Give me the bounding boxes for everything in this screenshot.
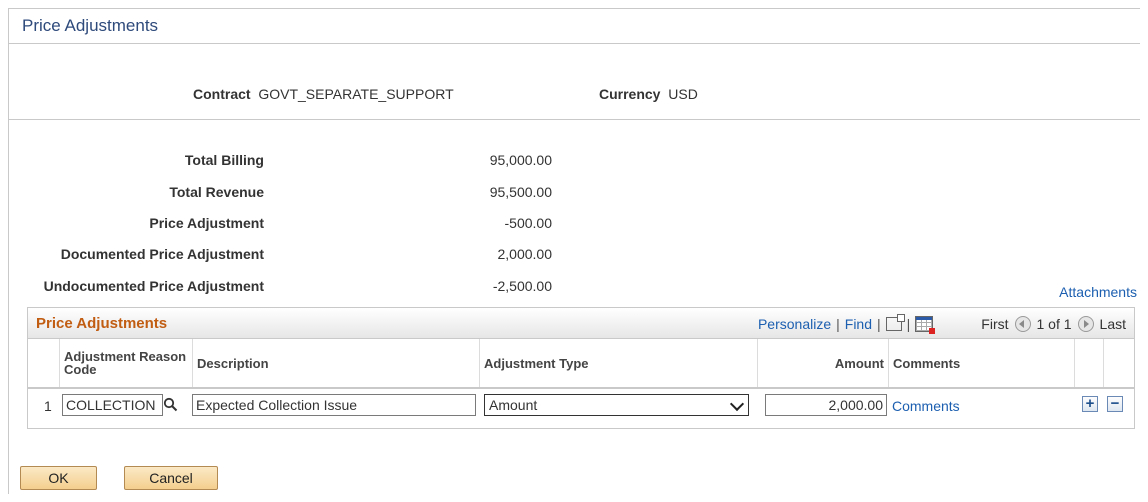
col-amount[interactable]: Amount [758,339,889,387]
download-icon[interactable] [915,316,936,334]
undocumented-price-adjustment-label: Undocumented Price Adjustment [43,278,264,294]
currency-field: Currency USD [599,86,698,102]
col-add [1075,339,1104,387]
price-adjustments-grid: Price Adjustments Personalize | Find | |… [27,307,1135,429]
contract-label: Contract [193,86,251,102]
description-input[interactable] [192,394,476,416]
price-adjustment-label: Price Adjustment [149,215,264,231]
col-description[interactable]: Description [193,339,480,387]
price-adjustment-value: -500.00 [504,215,552,231]
page-title: Price Adjustments [22,16,159,35]
find-link[interactable]: Find [845,316,872,332]
nav-separator: | [906,316,911,332]
view-all-icon[interactable] [885,314,905,331]
total-revenue-label: Total Revenue [169,184,264,200]
page-info: 1 of 1 [1036,316,1072,332]
contract-field: Contract GOVT_SEPARATE_SUPPORT [193,86,454,102]
grid-header: Price Adjustments Personalize | Find | |… [28,308,1134,339]
comments-link[interactable]: Comments [892,398,960,414]
contract-value: GOVT_SEPARATE_SUPPORT [258,86,454,102]
chevron-down-icon [729,396,745,412]
table-row: 1 Amount Comments + − [28,390,1134,424]
last-arrow-icon[interactable] [1077,316,1094,332]
documented-price-adjustment-label: Documented Price Adjustment [60,246,264,262]
attachments-link[interactable]: Attachments [1059,284,1137,300]
col-row-number [28,339,60,387]
reason-code-input[interactable] [62,394,163,416]
documented-price-adjustment-value: 2,000.00 [497,246,553,262]
col-adjustment-reason-code[interactable]: Adjustment Reason Code [60,339,193,387]
currency-value: USD [668,86,698,102]
cancel-button[interactable]: Cancel [124,466,218,490]
ok-button[interactable]: OK [20,466,97,490]
first-arrow-icon[interactable] [1014,316,1031,332]
add-row-icon[interactable]: + [1082,396,1098,412]
undocumented-price-adjustment-value: -2,500.00 [492,278,552,294]
currency-label: Currency [599,86,661,102]
first-label: First [981,316,1009,332]
col-delete [1104,339,1134,387]
personalize-link[interactable]: Personalize [758,316,831,332]
amount-input[interactable] [765,394,887,416]
delete-row-icon[interactable]: − [1107,396,1123,412]
col-comments[interactable]: Comments [889,339,1075,387]
header-divider [28,387,1134,389]
adjustment-type-value: Amount [489,397,538,413]
row-number: 1 [44,398,52,414]
col-adjustment-type[interactable]: Adjustment Type [480,339,758,387]
total-billing-label: Total Billing [184,152,264,168]
lookup-icon[interactable] [163,397,178,412]
section-divider [9,119,1140,120]
total-billing-value: 95,000.00 [489,152,552,168]
adjustment-type-select[interactable]: Amount [484,394,749,416]
total-revenue-value: 95,500.00 [489,184,552,200]
nav-separator: | [836,316,840,332]
last-label: Last [1099,316,1126,332]
grid-navigation: Personalize | Find | | First 1 of 1 Last [758,314,1126,334]
nav-separator: | [877,316,881,332]
title-divider [9,43,1140,44]
grid-title: Price Adjustments [36,315,168,332]
